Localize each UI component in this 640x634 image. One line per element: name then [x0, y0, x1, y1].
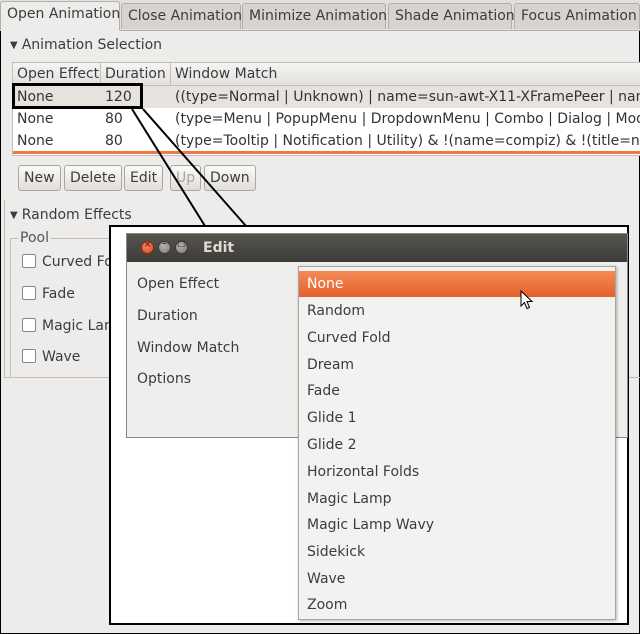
option-wave[interactable]: Wave	[299, 566, 615, 592]
open-effect-dropdown-list[interactable]: None Random Curved Fold Dream Fade Glide…	[298, 266, 616, 620]
table-row[interactable]: None 80 (type=Menu | PopupMenu | Dropdow…	[13, 108, 640, 130]
random-effects-heading: Random Effects	[21, 207, 132, 223]
maximize-icon[interactable]: □	[175, 239, 188, 254]
cell-duration: 80	[105, 111, 123, 127]
label-duration: Duration	[137, 308, 198, 324]
checkbox-label: Fade	[42, 286, 75, 302]
cell-window-match: (type=Tooltip | Notification | Utility) …	[175, 133, 640, 149]
option-glide-2[interactable]: Glide 2	[299, 432, 615, 458]
tab-open-animation[interactable]: Open Animation	[0, 1, 120, 31]
highlight-box	[12, 83, 143, 109]
animation-selection-expander[interactable]: ▼ Animation Selection	[10, 37, 162, 53]
column-header-window-match[interactable]: Window Match	[171, 63, 640, 85]
delete-button[interactable]: Delete	[64, 165, 122, 191]
column-header-open-effect[interactable]: Open Effect	[13, 63, 101, 85]
drop-indicator	[13, 151, 640, 154]
label-window-match: Window Match	[137, 340, 240, 356]
tab-bar: Open Animation Close Animation Minimize …	[0, 0, 640, 31]
checkbox-icon[interactable]	[22, 318, 36, 332]
tab-minimize-animation[interactable]: Minimize Animation	[242, 3, 387, 29]
option-random[interactable]: Random	[299, 298, 615, 324]
cell-open-effect: None	[17, 133, 54, 149]
checkbox-fade[interactable]: Fade	[22, 286, 75, 302]
checkbox-icon[interactable]	[22, 286, 36, 300]
cell-window-match: ((type=Normal | Unknown) | name=sun-awt-…	[175, 89, 640, 105]
tab-focus-animation[interactable]: Focus Animation	[514, 3, 640, 29]
option-fade[interactable]: Fade	[299, 378, 615, 404]
random-effects-expander[interactable]: ▼ Random Effects	[10, 207, 132, 223]
animation-table[interactable]: Open Effect Duration Window Match None 1…	[12, 62, 640, 156]
cell-duration: 80	[105, 133, 123, 149]
mouse-pointer-icon	[520, 290, 534, 310]
tab-close-animation[interactable]: Close Animation	[121, 3, 242, 29]
label-open-effect: Open Effect	[137, 276, 220, 292]
animation-selection-heading: Animation Selection	[21, 37, 163, 53]
checkbox-label: Wave	[42, 349, 81, 365]
table-row[interactable]: None 80 (type=Tooltip | Notification | U…	[13, 130, 640, 152]
option-curved-fold[interactable]: Curved Fold	[299, 325, 615, 351]
tab-shade-animation[interactable]: Shade Animation	[388, 3, 515, 29]
cell-window-match: (type=Menu | PopupMenu | DropdownMenu | …	[175, 111, 640, 127]
checkbox-wave[interactable]: Wave	[22, 349, 80, 365]
cell-open-effect: None	[17, 111, 54, 127]
edit-button[interactable]: Edit	[124, 165, 164, 191]
checkbox-icon[interactable]	[22, 349, 36, 363]
dialog-titlebar[interactable]: × – □ Edit	[127, 234, 627, 262]
close-icon[interactable]: ×	[141, 240, 154, 254]
down-button[interactable]: Down	[204, 165, 256, 191]
option-magic-lamp-wavy[interactable]: Magic Lamp Wavy	[299, 512, 615, 538]
dialog-title: Edit	[203, 240, 235, 256]
pool-label: Pool	[18, 230, 51, 246]
minimize-icon[interactable]: –	[158, 239, 171, 254]
option-glide-1[interactable]: Glide 1	[299, 405, 615, 431]
triangle-down-icon: ▼	[10, 40, 18, 51]
option-none[interactable]: None	[299, 271, 615, 297]
option-magic-lamp[interactable]: Magic Lamp	[299, 486, 615, 512]
label-options: Options	[137, 371, 192, 387]
option-dream[interactable]: Dream	[299, 352, 615, 378]
up-button[interactable]: Up	[170, 165, 202, 191]
option-zoom[interactable]: Zoom	[299, 592, 615, 618]
checkbox-icon[interactable]	[22, 254, 36, 268]
triangle-down-icon: ▼	[10, 210, 18, 221]
new-button[interactable]: New	[18, 165, 61, 191]
option-sidekick[interactable]: Sidekick	[299, 539, 615, 565]
option-horizontal-folds[interactable]: Horizontal Folds	[299, 459, 615, 485]
column-header-duration[interactable]: Duration	[101, 63, 171, 85]
